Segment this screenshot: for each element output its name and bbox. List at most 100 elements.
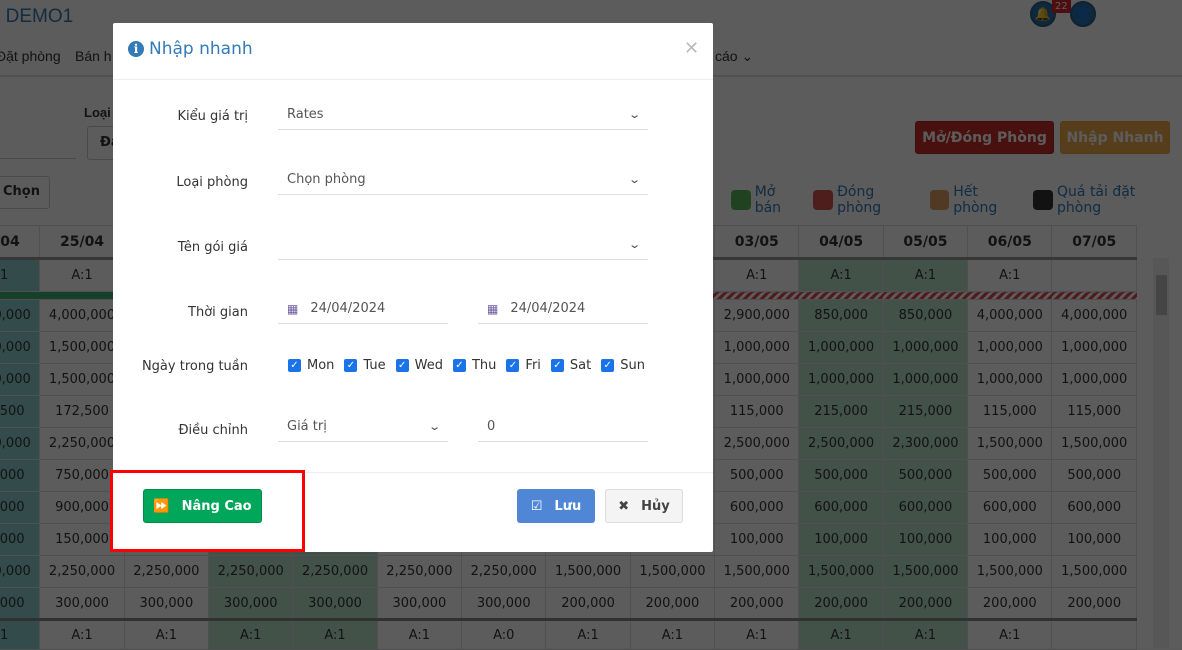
grid-cell[interactable]: 300,000 — [0, 587, 41, 620]
grid-cell[interactable]: A:1 — [39, 618, 125, 650]
grid-cell[interactable]: 200,000 — [629, 587, 716, 620]
grid-cell[interactable]: 07/05 — [1051, 225, 1137, 260]
room-type-field-select[interactable]: Chọn phòng ⌄ — [278, 165, 648, 195]
grid-cell[interactable]: A:1 — [798, 618, 884, 650]
grid-cell[interactable]: 500,000 — [1051, 459, 1137, 492]
grid-cell[interactable]: 1,000,000 — [882, 363, 969, 396]
grid-cell[interactable]: 1,000,000 — [1051, 331, 1137, 364]
checkbox-checked-icon[interactable]: ✓ — [344, 359, 358, 372]
grid-cell[interactable]: 600,000 — [714, 491, 800, 524]
checkbox-checked-icon[interactable]: ✓ — [601, 359, 615, 372]
grid-cell[interactable]: 172,500 — [39, 395, 125, 428]
grid-cell[interactable]: 1,000,000 — [1051, 363, 1137, 396]
grid-cell[interactable]: 24/04 — [0, 225, 41, 260]
grid-cell[interactable]: A:1 — [292, 618, 378, 650]
grid-cell[interactable]: 1,500,000 — [0, 331, 41, 364]
grid-cell[interactable]: 2,250,000 — [461, 555, 547, 588]
date-from-input[interactable]: ▦ 24/04/2024 — [278, 294, 448, 324]
grid-cell[interactable]: 2,500,000 — [798, 427, 884, 460]
weekday-checkbox[interactable]: ✓ Fri — [506, 358, 541, 373]
grid-cell[interactable]: 200,000 — [545, 587, 631, 620]
grid-cell[interactable]: 1,500,000 — [967, 555, 1053, 588]
grid-cell[interactable]: 1,000,000 — [967, 331, 1053, 364]
grid-cell[interactable]: 1,500,000 — [0, 363, 41, 396]
grid-cell[interactable]: 4,000,000 — [967, 299, 1053, 332]
grid-cell[interactable]: A:1 — [967, 258, 1053, 292]
grid-cell[interactable]: 2,500,000 — [714, 427, 800, 460]
grid-cell[interactable]: 2,250,000 — [39, 555, 125, 588]
grid-cell[interactable]: A:1 — [545, 618, 631, 650]
grid-cell[interactable]: 1,000,000 — [714, 363, 800, 396]
grid-cell[interactable]: 1,500,000 — [39, 363, 125, 396]
grid-cell[interactable]: 500,000 — [882, 459, 969, 492]
grid-cell[interactable]: 200,000 — [798, 587, 884, 620]
grid-cell[interactable]: A:1 — [208, 618, 294, 650]
grid-cell[interactable]: 300,000 — [123, 587, 210, 620]
grid-cell[interactable]: 850,000 — [798, 299, 884, 332]
grid-cell[interactable]: 2,300,000 — [882, 427, 969, 460]
cancel-button[interactable]: ✖ Hủy — [605, 489, 683, 523]
grid-cell[interactable]: 200,000 — [882, 587, 969, 620]
grid-cell[interactable]: A:0 — [461, 618, 547, 650]
checkbox-checked-icon[interactable]: ✓ — [452, 359, 466, 372]
grid-cell[interactable]: 200,000 — [967, 587, 1053, 620]
grid-cell[interactable]: 4,000,000 — [0, 299, 41, 332]
grid-cell[interactable]: 850,000 — [882, 299, 969, 332]
nav-booking[interactable]: Đặt phòng — [0, 48, 61, 64]
grid-cell[interactable]: 750,000 — [0, 459, 41, 492]
grid-cell[interactable]: A:1 — [714, 258, 800, 292]
grid-cell[interactable]: 2,250,000 — [376, 555, 463, 588]
checkbox-checked-icon[interactable]: ✓ — [550, 359, 564, 372]
grid-cell[interactable]: 300,000 — [376, 587, 463, 620]
grid-cell[interactable]: 1,500,000 — [629, 555, 716, 588]
nav-sales[interactable]: Bán h — [75, 48, 112, 64]
grid-cell[interactable]: 2,900,000 — [714, 299, 800, 332]
checkbox-checked-icon[interactable]: ✓ — [506, 359, 520, 372]
grid-cell[interactable]: 1,500,000 — [967, 427, 1053, 460]
weekday-checkbox[interactable]: ✓ Thu — [452, 358, 496, 373]
grid-cell[interactable]: 05/05 — [882, 225, 969, 260]
grid-cell[interactable]: 300,000 — [461, 587, 547, 620]
grid-cell[interactable]: A:1 — [39, 258, 125, 292]
grid-cell[interactable]: 115,000 — [1051, 395, 1137, 428]
grid-cell[interactable]: 500,000 — [798, 459, 884, 492]
grid-cell[interactable]: 25/04 — [39, 225, 125, 260]
grid-cell[interactable]: 600,000 — [967, 491, 1053, 524]
grid-cell[interactable]: 2,250,000 — [0, 427, 41, 460]
checkbox-checked-icon[interactable]: ✓ — [288, 359, 301, 372]
user-avatar-icon[interactable]: 👤 — [1070, 1, 1096, 27]
weekday-checkbox[interactable]: ✓ Tue — [344, 358, 386, 373]
adjust-amount-input[interactable]: 0 — [478, 412, 648, 442]
grid-cell[interactable]: A:1 — [714, 618, 800, 650]
grid-cell[interactable]: 1,500,000 — [714, 555, 800, 588]
filter-input[interactable] — [0, 158, 76, 159]
save-button[interactable]: ☑ Lưu — [517, 489, 595, 523]
grid-cell[interactable]: 1,000,000 — [714, 331, 800, 364]
adjust-mode-select[interactable]: Giá trị ⌄ — [278, 412, 448, 442]
grid-cell[interactable]: 4,000,000 — [1051, 299, 1137, 332]
grid-cell[interactable]: 2,250,000 — [208, 555, 294, 588]
grid-cell[interactable]: 1,500,000 — [1051, 555, 1137, 588]
grid-cell[interactable] — [1051, 258, 1137, 292]
grid-cell[interactable]: A:1 — [0, 618, 41, 650]
grid-cell[interactable]: 1,000,000 — [882, 331, 969, 364]
grid-cell[interactable]: 100,000 — [798, 523, 884, 556]
grid-cell[interactable]: A:1 — [967, 618, 1053, 650]
weekday-checkbox[interactable]: ✓ Wed — [395, 358, 443, 373]
quick-entry-button[interactable]: Nhập Nhanh — [1060, 121, 1170, 154]
grid-cell[interactable]: 2,250,000 — [123, 555, 210, 588]
grid-cell[interactable]: 1,500,000 — [798, 555, 884, 588]
grid-cell[interactable]: 2,250,000 — [292, 555, 378, 588]
close-icon[interactable]: ✕ — [684, 38, 699, 59]
grid-cell[interactable]: 100,000 — [967, 523, 1053, 556]
grid-cell[interactable]: A:1 — [376, 618, 463, 650]
grid-cell[interactable]: 900,000 — [0, 491, 41, 524]
grid-cell[interactable]: 1,500,000 — [1051, 427, 1137, 460]
grid-cell[interactable]: 1,500,000 — [39, 331, 125, 364]
grid-scrollbar[interactable] — [1153, 258, 1169, 648]
grid-cell[interactable]: 100,000 — [714, 523, 800, 556]
grid-cell[interactable]: 2,250,000 — [0, 555, 41, 588]
open-close-room-button[interactable]: Mở/Đóng Phòng — [915, 121, 1054, 154]
grid-cell[interactable]: 115,000 — [714, 395, 800, 428]
weekday-checkbox[interactable]: ✓ Sun — [601, 358, 645, 373]
